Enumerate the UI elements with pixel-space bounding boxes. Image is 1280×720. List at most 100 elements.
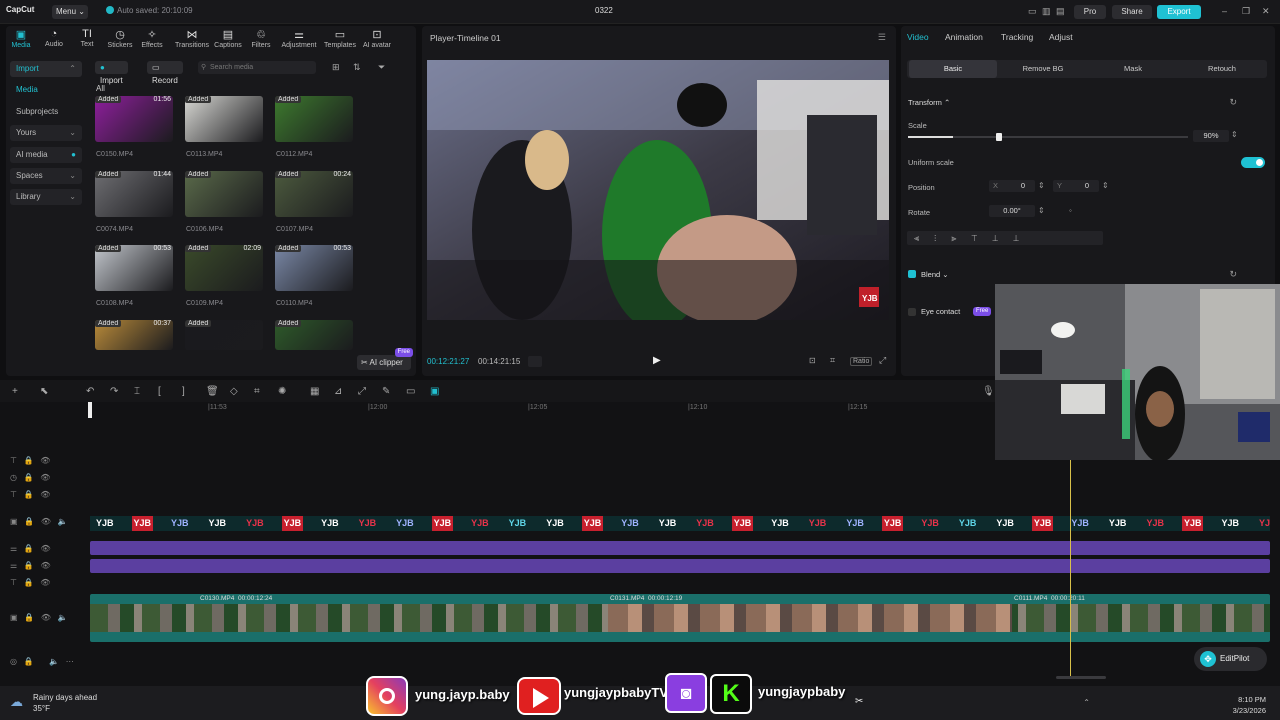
- subtab-remove-bg[interactable]: Remove BG: [999, 60, 1087, 78]
- track-controls-text[interactable]: ⊤ 🔒 👁: [10, 456, 50, 465]
- align-toolbar[interactable]: ⫷⫶⫸⊤⊥⊥: [907, 231, 1103, 245]
- toolbar-text[interactable]: TI Text: [70, 28, 104, 48]
- toolbar-captions[interactable]: ▤ Captions: [211, 28, 245, 49]
- editpilot-button[interactable]: ✥ EditPilot: [1194, 647, 1267, 671]
- media-thumbnail[interactable]: Added 00:53: [275, 245, 353, 291]
- share-button[interactable]: Share: [1112, 5, 1152, 19]
- import-button[interactable]: ● Import: [95, 61, 128, 85]
- filter-icon[interactable]: ⏷: [378, 62, 385, 73]
- search-input[interactable]: ⚲ Search media: [198, 61, 316, 74]
- layout-icon[interactable]: ▭: [1028, 6, 1037, 17]
- crop-icon[interactable]: ⌗: [254, 386, 260, 397]
- capcut-taskbar-icon[interactable]: ✂: [855, 696, 863, 707]
- fullres-icon[interactable]: ⊡: [809, 356, 816, 365]
- player-menu-icon[interactable]: ☰: [878, 32, 886, 43]
- media-thumbnail[interactable]: Added: [275, 96, 353, 142]
- stepper-icon[interactable]: ⇕: [1038, 181, 1045, 190]
- split-icon[interactable]: ⌶: [134, 386, 140, 397]
- media-thumbnail[interactable]: Added: [185, 96, 263, 142]
- track-controls-effect[interactable]: ◷ 🔒 👁: [10, 473, 50, 482]
- video-preview[interactable]: YJB: [427, 60, 889, 320]
- stepper-icon[interactable]: ⇕: [1102, 181, 1109, 190]
- sidebar-item-media[interactable]: Media: [10, 82, 82, 98]
- playhead-start[interactable]: [88, 402, 92, 418]
- taskbar-clock[interactable]: 8:10 PM 3/23/2026: [1233, 694, 1266, 716]
- speed-icon[interactable]: ⊿: [334, 386, 342, 397]
- track-controls-main[interactable]: ▣ 🔒 👁 🔈: [10, 613, 68, 622]
- redo-icon[interactable]: ↷: [110, 386, 118, 397]
- horizontal-scrollbar[interactable]: [1056, 676, 1106, 679]
- sidebar-item-ai-media[interactable]: AI media ●: [10, 147, 82, 163]
- transform-section[interactable]: Transform ⌃: [908, 98, 950, 107]
- sidebar-item-yours[interactable]: Yours ⌄: [10, 125, 82, 141]
- toolbar-templates[interactable]: ▭ Templates: [321, 28, 359, 49]
- track-controls-audio[interactable]: ◎ 🔒 🔈 ⋯: [10, 657, 74, 666]
- scale-value-field[interactable]: 90%: [1193, 130, 1229, 142]
- toolbar-adjustment[interactable]: ⚌ Adjustment: [279, 28, 319, 49]
- track-controls-overlay[interactable]: ▣ 🔒 👁 🔈: [10, 517, 68, 526]
- position-x-field[interactable]: X0: [989, 180, 1035, 192]
- media-thumbnail[interactable]: Added: [185, 320, 263, 350]
- split-right-icon[interactable]: ]: [182, 386, 185, 397]
- weather-widget[interactable]: Rainy days ahead 35°F: [33, 692, 97, 714]
- media-thumbnail[interactable]: Added 01:56: [95, 96, 173, 142]
- logo-overlay-track[interactable]: YJB YJB YJB YJB YJB YJB YJB YJB YJB YJB YJB YJB YJB Y…: [90, 516, 1270, 531]
- reset-icon[interactable]: ↻: [1229, 97, 1237, 108]
- position-y-field[interactable]: Y0: [1053, 180, 1099, 192]
- tab-animation[interactable]: Animation: [945, 32, 983, 42]
- auto-reframe-icon[interactable]: ▣: [430, 386, 439, 397]
- adjustment-clip[interactable]: [90, 559, 1270, 573]
- sidebar-item-subprojects[interactable]: Subprojects: [10, 104, 82, 120]
- track-controls-adjust-1[interactable]: ⚌ 🔒 👁: [10, 544, 51, 553]
- close-icon[interactable]: ✕: [1262, 6, 1270, 17]
- undo-icon[interactable]: ↶: [86, 386, 94, 397]
- media-thumbnail[interactable]: Added 00:24: [275, 171, 353, 217]
- sidebar-item-spaces[interactable]: Spaces ⌄: [10, 168, 82, 184]
- add-track-icon[interactable]: +: [12, 386, 18, 397]
- blend-section[interactable]: Blend ⌄: [921, 270, 949, 279]
- subtab-mask[interactable]: Mask: [1089, 60, 1177, 78]
- blend-checkbox[interactable]: [908, 270, 916, 278]
- toolbar-media[interactable]: ▣ Media: [4, 28, 38, 49]
- shortcuts-icon[interactable]: ▤: [1056, 6, 1065, 17]
- toolbar-transitions[interactable]: ⋈ Transitions: [172, 28, 212, 49]
- sidebar-item-library[interactable]: Library ⌄: [10, 189, 82, 205]
- crop-icon[interactable]: ⌗: [830, 355, 835, 366]
- magic-icon[interactable]: ✎: [382, 386, 390, 397]
- microphone-icon[interactable]: 🎙: [982, 386, 995, 397]
- stepper-icon[interactable]: ⇕: [1038, 206, 1045, 215]
- mirror-icon[interactable]: ⤢: [358, 386, 366, 397]
- export-button[interactable]: Export: [1157, 5, 1201, 19]
- panels-icon[interactable]: ▥: [1042, 6, 1051, 17]
- tab-adjust[interactable]: Adjust: [1049, 32, 1073, 42]
- fullscreen-icon[interactable]: ⤢: [879, 355, 886, 366]
- record-button[interactable]: ▭ Record: [147, 61, 183, 85]
- maximize-icon[interactable]: ❐: [1242, 6, 1250, 17]
- track-controls-text-3[interactable]: ⊤ 🔒 👁: [10, 578, 50, 587]
- ai-clipper-button[interactable]: ✂ AI clipper Free: [357, 348, 413, 370]
- play-icon[interactable]: ▶: [653, 355, 661, 366]
- eye-contact-checkbox[interactable]: [908, 308, 916, 316]
- rotate-field[interactable]: 0.00°: [989, 205, 1035, 217]
- media-thumbnail[interactable]: Added 02:09: [185, 245, 263, 291]
- uniform-scale-toggle[interactable]: [1241, 157, 1265, 168]
- adjustment-clip[interactable]: [90, 541, 1270, 555]
- media-thumbnail[interactable]: Added 00:53: [95, 245, 173, 291]
- main-video-track[interactable]: C0130.MP4 00:00:12:24 C0131.MP4 00:00:12…: [90, 594, 1270, 642]
- toolbar-audio[interactable]: ◔ Audio: [37, 28, 71, 48]
- tab-video[interactable]: Video: [907, 32, 929, 42]
- track-controls-adjust-2[interactable]: ⚌ 🔒 👁: [10, 561, 51, 570]
- media-thumbnail[interactable]: Added 00:37: [95, 320, 173, 350]
- minimize-icon[interactable]: –: [1222, 6, 1227, 16]
- reset-icon[interactable]: ↻: [1229, 269, 1237, 280]
- toolbar-stickers[interactable]: ◷ Stickers: [103, 28, 137, 49]
- scale-slider[interactable]: [908, 133, 1188, 141]
- toolbar-effects[interactable]: ✧ Effects: [135, 28, 169, 49]
- subtab-basic[interactable]: Basic: [909, 60, 997, 78]
- delete-icon[interactable]: 🗑: [206, 386, 219, 397]
- playhead[interactable]: [1070, 456, 1071, 676]
- ratio-button[interactable]: Ratio: [850, 357, 873, 366]
- media-thumbnail[interactable]: Added 01:44: [95, 171, 173, 217]
- sidebar-item-import[interactable]: Import ⌃: [10, 61, 82, 77]
- stepper-icon[interactable]: ⇕: [1231, 130, 1238, 139]
